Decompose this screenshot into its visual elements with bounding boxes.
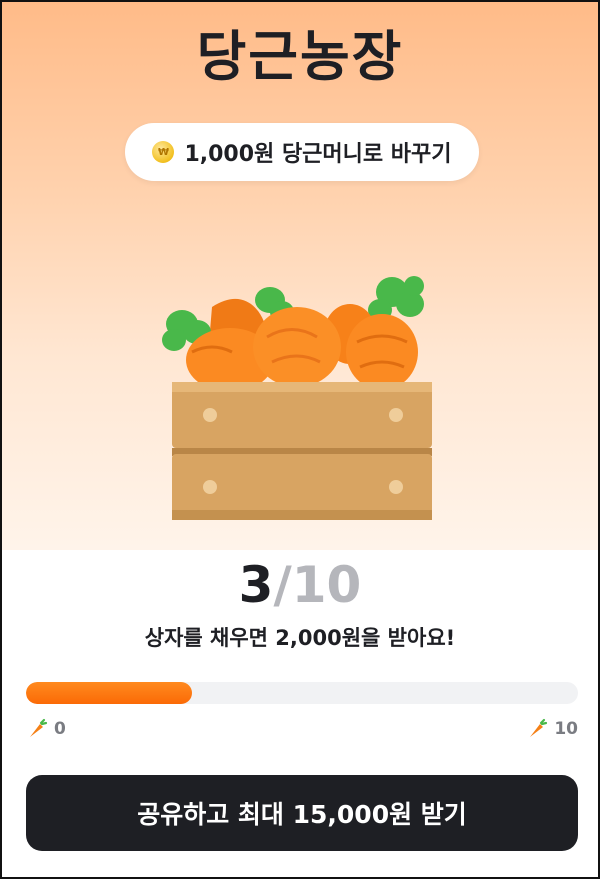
progress-scale-min: 0	[26, 718, 66, 740]
progress-scale-min-label: 0	[54, 719, 66, 739]
progress-scale-max: 10	[526, 718, 578, 740]
wooden-crate	[172, 382, 432, 520]
carrot-progress-bar	[26, 682, 578, 704]
carrot-icon	[530, 718, 548, 737]
app-frame: 당근농장 ₩ 1,000원 당근머니로 바꾸기 3/10 상자를 채우면 2,0…	[0, 0, 600, 879]
carrot-count-separator: /	[273, 556, 292, 614]
reward-description: 상자를 채우면 2,000원을 받아요!	[144, 626, 456, 650]
hero-section: 당근농장 ₩ 1,000원 당근머니로 바꾸기	[2, 2, 598, 550]
coin-icon: ₩	[152, 141, 175, 163]
carrot-icon	[30, 718, 48, 737]
carrot-crate-illustration	[162, 276, 432, 520]
share-reward-button[interactable]: 공유하고 최대 15,000원 받기	[26, 775, 578, 851]
carrot-count: 3/10	[2, 555, 598, 615]
carrot-right	[346, 314, 418, 390]
carrot-progress-fill	[26, 682, 192, 704]
page-title: 당근농장	[196, 25, 404, 88]
carrot-middle	[253, 307, 341, 387]
carrot-count-total: 10	[291, 556, 362, 614]
progress-scale: 0 10	[26, 716, 578, 742]
exchange-money-button[interactable]: ₩ 1,000원 당근머니로 바꾸기	[125, 123, 479, 181]
carrot-count-current: 3	[238, 556, 274, 614]
progress-scale-max-label: 10	[554, 719, 578, 739]
exchange-money-label: 1,000원 당근머니로 바꾸기	[184, 142, 452, 167]
